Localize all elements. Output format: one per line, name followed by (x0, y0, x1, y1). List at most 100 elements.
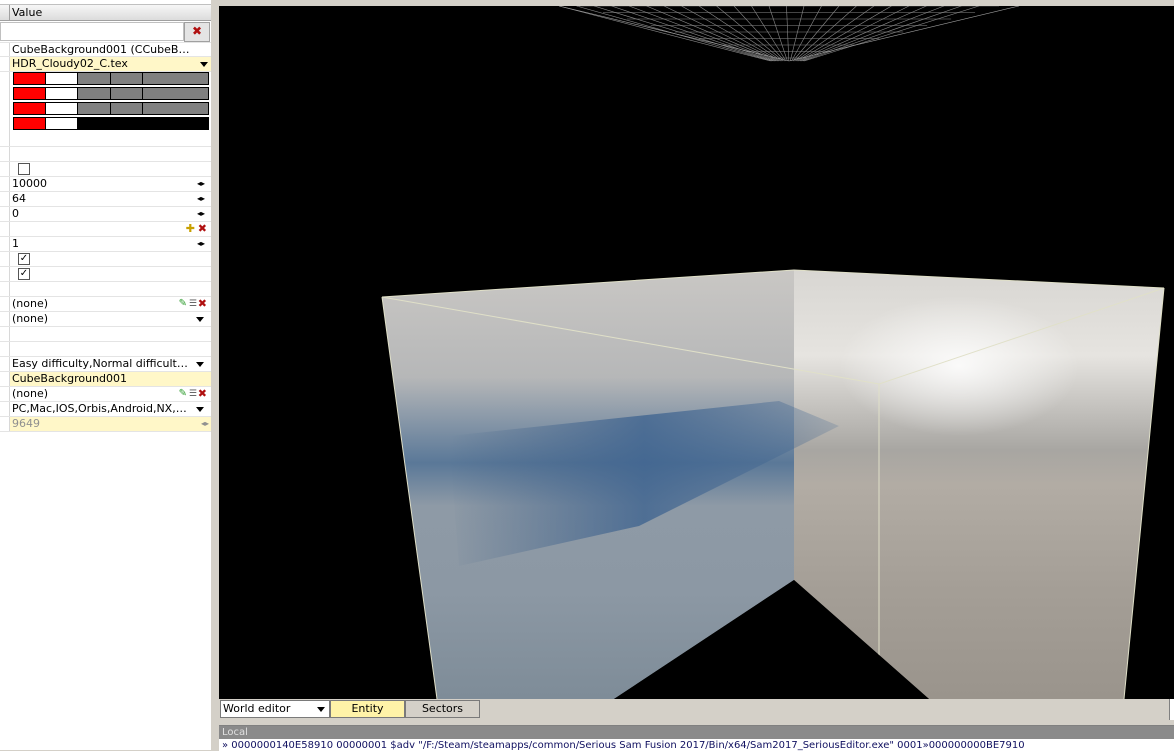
list-icon[interactable]: ☰ (189, 297, 197, 311)
value-1-text: 1 (12, 237, 19, 250)
grid-line (789, 6, 805, 62)
pencil-icon[interactable]: ✎ (179, 387, 187, 401)
preset-none-text: (none) (12, 297, 49, 310)
grid-edge (558, 6, 1020, 62)
header-value-column[interactable]: Value (12, 5, 209, 20)
grid-line (681, 6, 781, 62)
platforms-text: PC,Mac,IOS,Orbis,Android,NX,Dura… (12, 402, 192, 415)
dropdown-none-text: (none) (12, 312, 49, 325)
log-header[interactable]: Local (219, 726, 1174, 739)
grid-line (799, 6, 927, 62)
grid-plane (558, 6, 1020, 62)
color-swatch[interactable] (13, 117, 46, 130)
checkbox-checked-1[interactable]: ✓ (18, 253, 30, 265)
color-swatch[interactable] (45, 117, 78, 130)
color-swatch[interactable] (110, 72, 143, 85)
property-array[interactable]: ✚ ✖ (12, 222, 209, 236)
pencil-icon[interactable]: ✎ (179, 297, 187, 311)
color-swatch[interactable] (142, 117, 209, 130)
editor-mode-text: World editor (223, 702, 291, 715)
value-10000-text: 10000 (12, 177, 47, 190)
difficulty-text: Easy difficulty,Normal difficulty,Har… (12, 357, 192, 370)
viewport-3d[interactable] (219, 6, 1174, 699)
grid-line (0, 341, 211, 342)
property-texture[interactable]: HDR_Cloudy02_C.tex (10, 57, 211, 71)
add-icon[interactable]: ✚ (186, 222, 195, 236)
delete-icon[interactable]: ✖ (198, 297, 207, 311)
property-10000[interactable]: 10000 ◂▸ (12, 177, 209, 191)
delete-icon[interactable]: ✖ (198, 222, 207, 236)
grid-line (646, 6, 778, 62)
color-swatch[interactable] (110, 117, 143, 130)
property-checkbox-3[interactable]: ✓ (12, 267, 209, 281)
color-matrix-row (13, 72, 209, 86)
color-matrix-row (13, 117, 209, 131)
color-swatch[interactable] (142, 102, 209, 115)
property-1[interactable]: 1 ◂▸ (12, 237, 209, 251)
chevron-down-icon[interactable] (196, 362, 204, 367)
property-reference[interactable]: (none) ✎ ☰ ✖ (12, 387, 209, 401)
spin-arrows-icon[interactable]: ◂▸ (197, 207, 205, 221)
tab-sectors[interactable]: Sectors (405, 700, 480, 718)
chevron-down-icon[interactable] (317, 707, 325, 712)
color-swatch[interactable] (77, 102, 111, 115)
property-dropdown-none[interactable]: (none) (12, 312, 209, 326)
tab-entity[interactable]: Entity (330, 700, 405, 718)
color-swatch[interactable] (13, 102, 46, 115)
property-64[interactable]: 64 ◂▸ (12, 192, 209, 206)
property-0[interactable]: 0 ◂▸ (12, 207, 209, 221)
splitter[interactable] (211, 0, 219, 750)
editor-mode-select[interactable]: World editor (220, 700, 330, 718)
grid-line (751, 6, 787, 62)
chevron-down-icon[interactable] (196, 317, 204, 322)
grid-line (593, 6, 774, 62)
spin-arrows-icon[interactable]: ◂▸ (197, 177, 205, 191)
grid-line (0, 281, 211, 282)
color-matrix-row (13, 102, 209, 116)
color-swatch[interactable] (45, 102, 78, 115)
color-swatch[interactable] (13, 72, 46, 85)
delete-icon[interactable]: ✖ (198, 387, 207, 401)
color-swatch[interactable] (110, 102, 143, 115)
bottom-toolbar: World editor Entity Sectors (219, 699, 1174, 720)
color-matrix[interactable] (13, 72, 209, 132)
grid-line (802, 6, 962, 62)
ref-none-text: (none) (12, 387, 49, 400)
spin-arrows-icon[interactable]: ◂▸ (197, 192, 205, 206)
color-swatch[interactable] (13, 87, 46, 100)
property-class-name[interactable]: CubeBackground001 (CCubeBackground (12, 43, 209, 57)
property-panel: Value ✖ CubeBackground001 (CCubeBackgrou… (0, 0, 212, 750)
chevron-down-icon[interactable] (200, 62, 208, 67)
property-difficulty[interactable]: Easy difficulty,Normal difficulty,Har… (12, 357, 209, 371)
chevron-down-icon[interactable] (196, 407, 204, 412)
spin-arrows-icon[interactable]: ◂▸ (197, 237, 205, 251)
texture-text: HDR_Cloudy02_C.tex (12, 57, 128, 70)
property-checkbox-1[interactable] (12, 161, 209, 175)
property-filter-input[interactable] (0, 22, 184, 41)
color-swatch[interactable] (77, 87, 111, 100)
log-panel: Local » 0000000140E58910 00000001 $adv "… (219, 725, 1174, 751)
color-swatch[interactable] (142, 87, 209, 100)
checkbox-checked-2[interactable]: ✓ (18, 268, 30, 280)
color-swatch[interactable] (110, 87, 143, 100)
color-swatch[interactable] (142, 72, 209, 85)
grid-line (792, 6, 840, 62)
viewport-scene (381, 6, 1165, 699)
property-header: Value (0, 4, 211, 21)
clear-filter-icon[interactable]: ✖ (184, 22, 210, 42)
property-platforms[interactable]: PC,Mac,IOS,Orbis,Android,NX,Dura… (12, 402, 209, 416)
property-entity-name[interactable]: CubeBackground001 (10, 372, 211, 386)
list-icon[interactable]: ☰ (189, 387, 197, 401)
color-swatch[interactable] (77, 72, 111, 85)
checkbox-unchecked-1[interactable] (18, 163, 30, 175)
color-swatch[interactable] (45, 72, 78, 85)
grid-line (797, 6, 892, 62)
color-swatch[interactable] (45, 87, 78, 100)
sun-glow (839, 296, 1079, 436)
color-swatch[interactable] (77, 117, 111, 130)
grid-line (786, 6, 790, 62)
property-preset[interactable]: (none) ✎ ☰ ✖ (12, 297, 209, 311)
entity-name-text: CubeBackground001 (12, 372, 128, 385)
property-checkbox-2[interactable]: ✓ (12, 252, 209, 266)
grid-line (795, 6, 875, 62)
